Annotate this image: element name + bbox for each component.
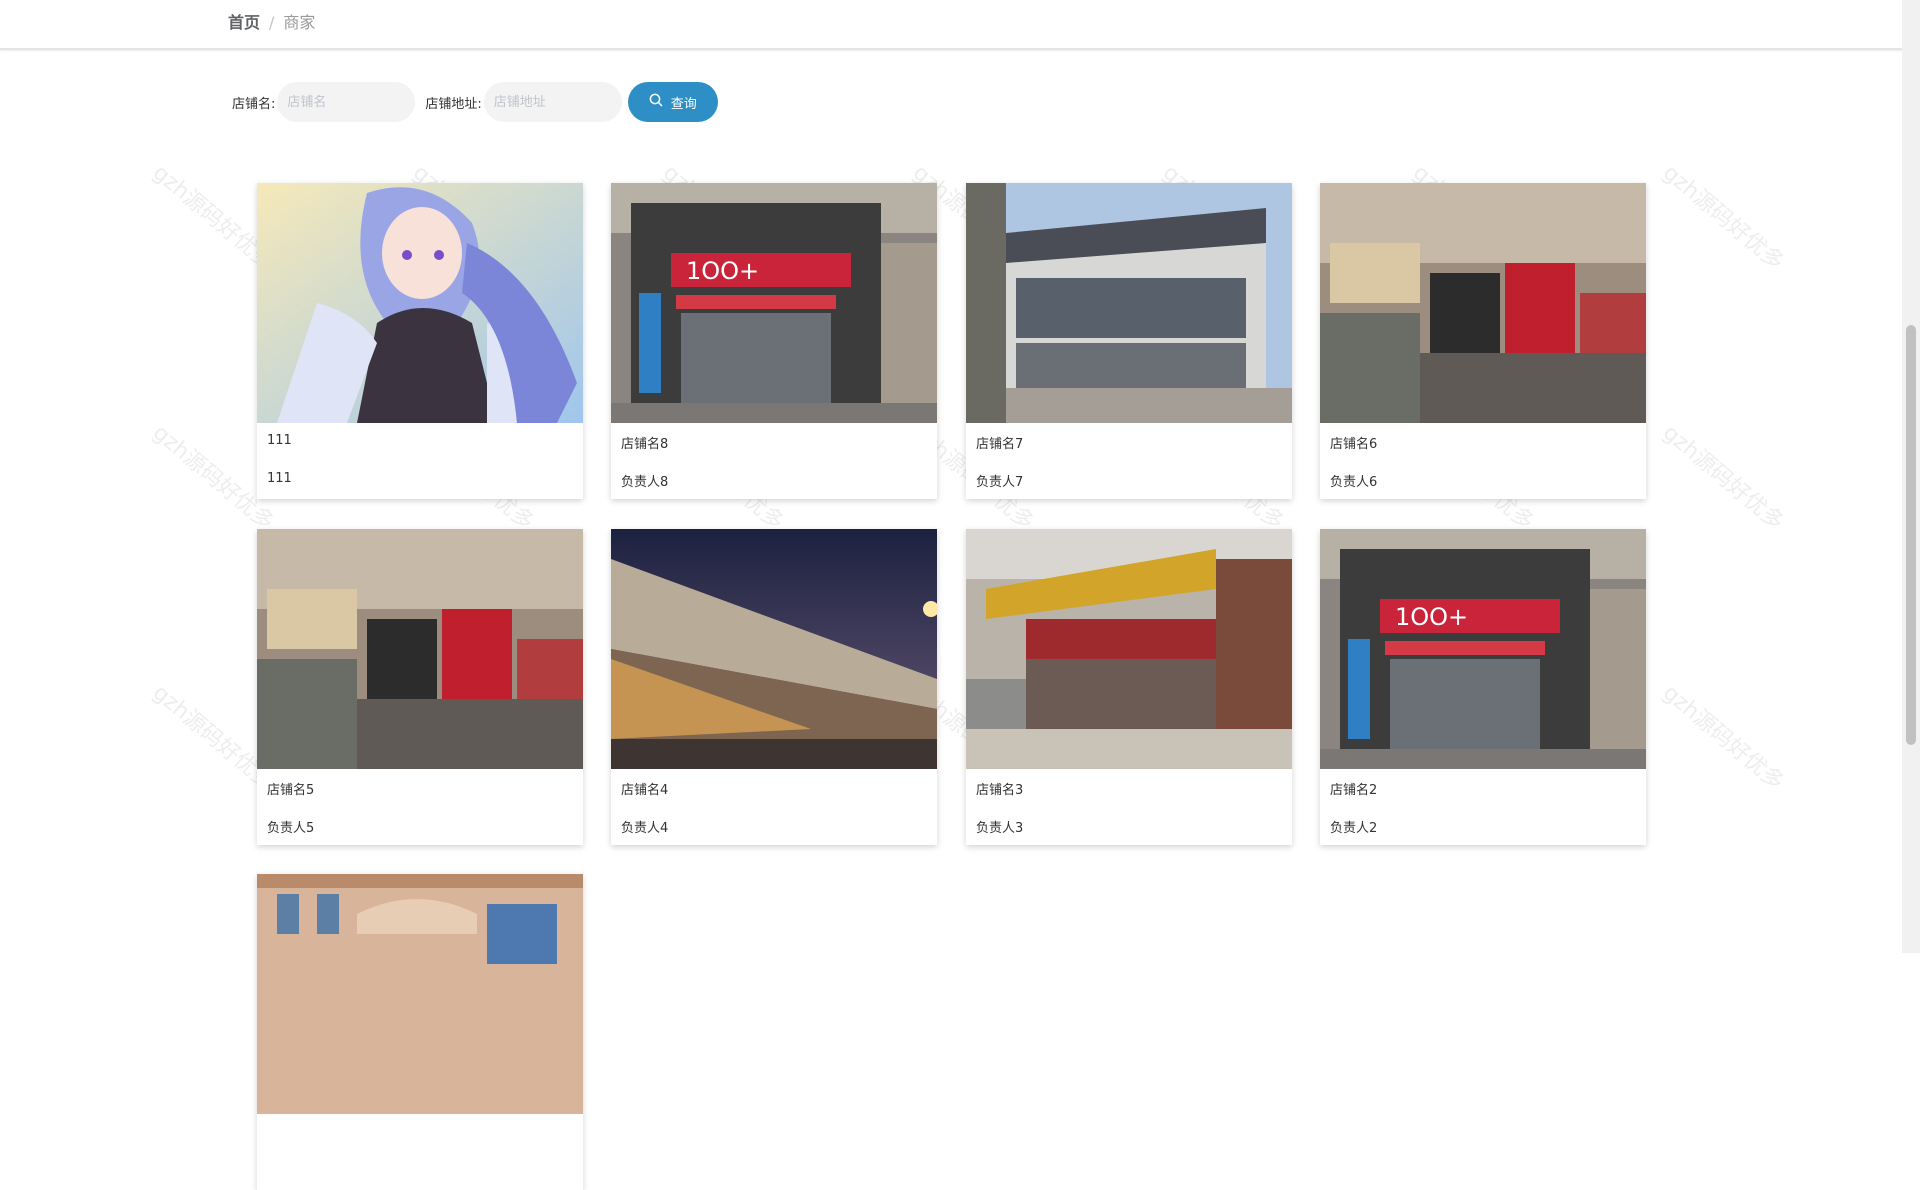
svg-text:1OO+: 1OO+ — [1395, 603, 1468, 631]
watermark-text: gzh源码好优多 — [1657, 680, 1789, 796]
shop-address-input[interactable] — [483, 82, 622, 122]
shop-name-input[interactable] — [277, 82, 416, 122]
shop-name: 店铺名5 — [267, 783, 315, 798]
shop-name: 店铺名3 — [976, 783, 1024, 798]
watermark-text: gzh源码好优多 — [1657, 160, 1789, 276]
shop-image[interactable] — [257, 183, 583, 423]
breadcrumb-separator: / — [269, 13, 275, 32]
shop-card[interactable] — [257, 874, 583, 1190]
shop-image[interactable] — [611, 529, 937, 769]
shop-card[interactable]: 店铺名5 负责人5 — [257, 529, 583, 845]
shop-card[interactable]: 店铺名3 负责人3 — [966, 529, 1292, 845]
shop-owner: 111 — [267, 471, 292, 486]
top-bar: 首页 / 商家 — [0, 0, 1902, 50]
shop-card[interactable]: 店铺名7 负责人7 — [966, 183, 1292, 499]
shop-name: 111 — [267, 433, 292, 448]
search-button[interactable]: 查询 — [627, 82, 718, 122]
shop-image[interactable] — [257, 529, 583, 769]
scrollbar[interactable] — [1902, 0, 1920, 953]
shop-address-label: 店铺地址: — [425, 96, 482, 112]
shop-owner: 负责人3 — [976, 821, 1024, 836]
shop-image[interactable] — [1320, 183, 1646, 423]
watermark-text: gzh源码好优多 — [1657, 420, 1789, 536]
breadcrumb-current: 商家 — [283, 13, 316, 32]
shop-name: 店铺名7 — [976, 437, 1024, 452]
shop-card[interactable]: 店铺名4 负责人4 — [611, 529, 937, 845]
shop-image[interactable] — [966, 183, 1292, 423]
shop-owner: 负责人6 — [1330, 475, 1378, 490]
search-bar: 店铺名: 店铺地址: 查询 — [232, 82, 718, 122]
shop-name: 店铺名6 — [1330, 437, 1378, 452]
shop-owner: 负责人4 — [621, 821, 669, 836]
shop-card[interactable]: 1OO+ 店铺名2 负责人2 — [1320, 529, 1646, 845]
breadcrumb: 首页 / 商家 — [228, 12, 315, 34]
shop-owner: 负责人5 — [267, 821, 315, 836]
shop-card[interactable]: 111 111 — [257, 183, 583, 499]
shop-owner: 负责人2 — [1330, 821, 1378, 836]
shop-owner: 负责人7 — [976, 475, 1024, 490]
shop-name: 店铺名2 — [1330, 783, 1378, 798]
shop-name: 店铺名4 — [621, 783, 669, 798]
scrollbar-thumb[interactable] — [1906, 325, 1916, 745]
search-icon — [649, 93, 663, 111]
shop-name: 店铺名8 — [621, 437, 669, 452]
breadcrumb-home[interactable]: 首页 — [228, 13, 260, 32]
shop-card[interactable]: 店铺名6 负责人6 — [1320, 183, 1646, 499]
shop-card[interactable]: 1OO+ 店铺名8 负责人8 — [611, 183, 937, 499]
shop-image[interactable]: 1OO+ — [1320, 529, 1646, 769]
shop-image[interactable]: 1OO+ — [611, 183, 937, 423]
shop-owner: 负责人8 — [621, 475, 669, 490]
shop-image[interactable] — [966, 529, 1292, 769]
shop-image[interactable] — [257, 874, 583, 1114]
search-button-label: 查询 — [670, 96, 697, 112]
svg-text:1OO+: 1OO+ — [686, 257, 759, 285]
shop-name-label: 店铺名: — [232, 96, 276, 112]
